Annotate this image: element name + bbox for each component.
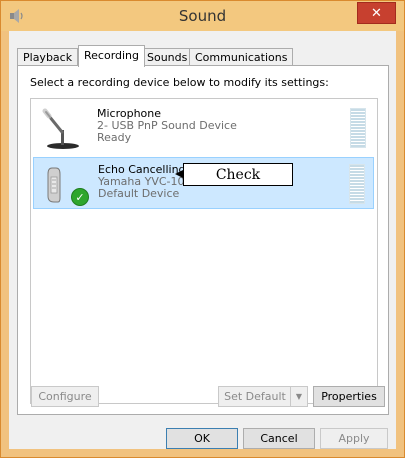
apply-button[interactable]: Apply bbox=[320, 428, 388, 449]
tab-recording[interactable]: Recording bbox=[78, 45, 146, 67]
cancel-button[interactable]: Cancel bbox=[243, 428, 315, 449]
chevron-down-icon[interactable]: ▼ bbox=[290, 387, 307, 406]
set-default-label: Set Default bbox=[224, 390, 286, 403]
window-title: Sound bbox=[178, 7, 227, 25]
tab-playback[interactable]: Playback bbox=[17, 48, 79, 66]
level-meter bbox=[349, 164, 365, 204]
device-status: Default Device bbox=[98, 187, 180, 200]
recording-panel: Select a recording device below to modif… bbox=[17, 65, 389, 415]
title-bar[interactable]: Sound ✕ bbox=[1, 1, 404, 31]
microphone-icon bbox=[42, 108, 79, 149]
close-icon: ✕ bbox=[371, 5, 382, 21]
properties-button[interactable]: Properties bbox=[313, 386, 385, 407]
ok-button[interactable]: OK bbox=[166, 428, 238, 449]
device-item-microphone[interactable]: Microphone 2- USB PnP Sound Device Ready bbox=[33, 102, 374, 154]
close-button[interactable]: ✕ bbox=[357, 2, 396, 24]
device-list[interactable]: Microphone 2- USB PnP Sound Device Ready… bbox=[30, 98, 378, 404]
device-status: Ready bbox=[97, 131, 132, 144]
level-meter bbox=[350, 108, 366, 148]
configure-button[interactable]: Configure bbox=[31, 386, 99, 407]
instruction-text: Select a recording device below to modif… bbox=[30, 76, 329, 89]
sound-dialog: Sound ✕ Playback Recording Sounds Commun… bbox=[0, 0, 405, 458]
tab-communications[interactable]: Communications bbox=[189, 48, 294, 66]
dialog-body: Playback Recording Sounds Communications… bbox=[9, 31, 396, 449]
callout-arrow bbox=[175, 170, 183, 178]
set-default-button[interactable]: Set Default ▼ bbox=[218, 386, 308, 407]
default-check-icon: ✓ bbox=[71, 188, 89, 206]
annotation-callout: Check bbox=[183, 163, 293, 186]
tab-sounds[interactable]: Sounds bbox=[141, 48, 194, 66]
